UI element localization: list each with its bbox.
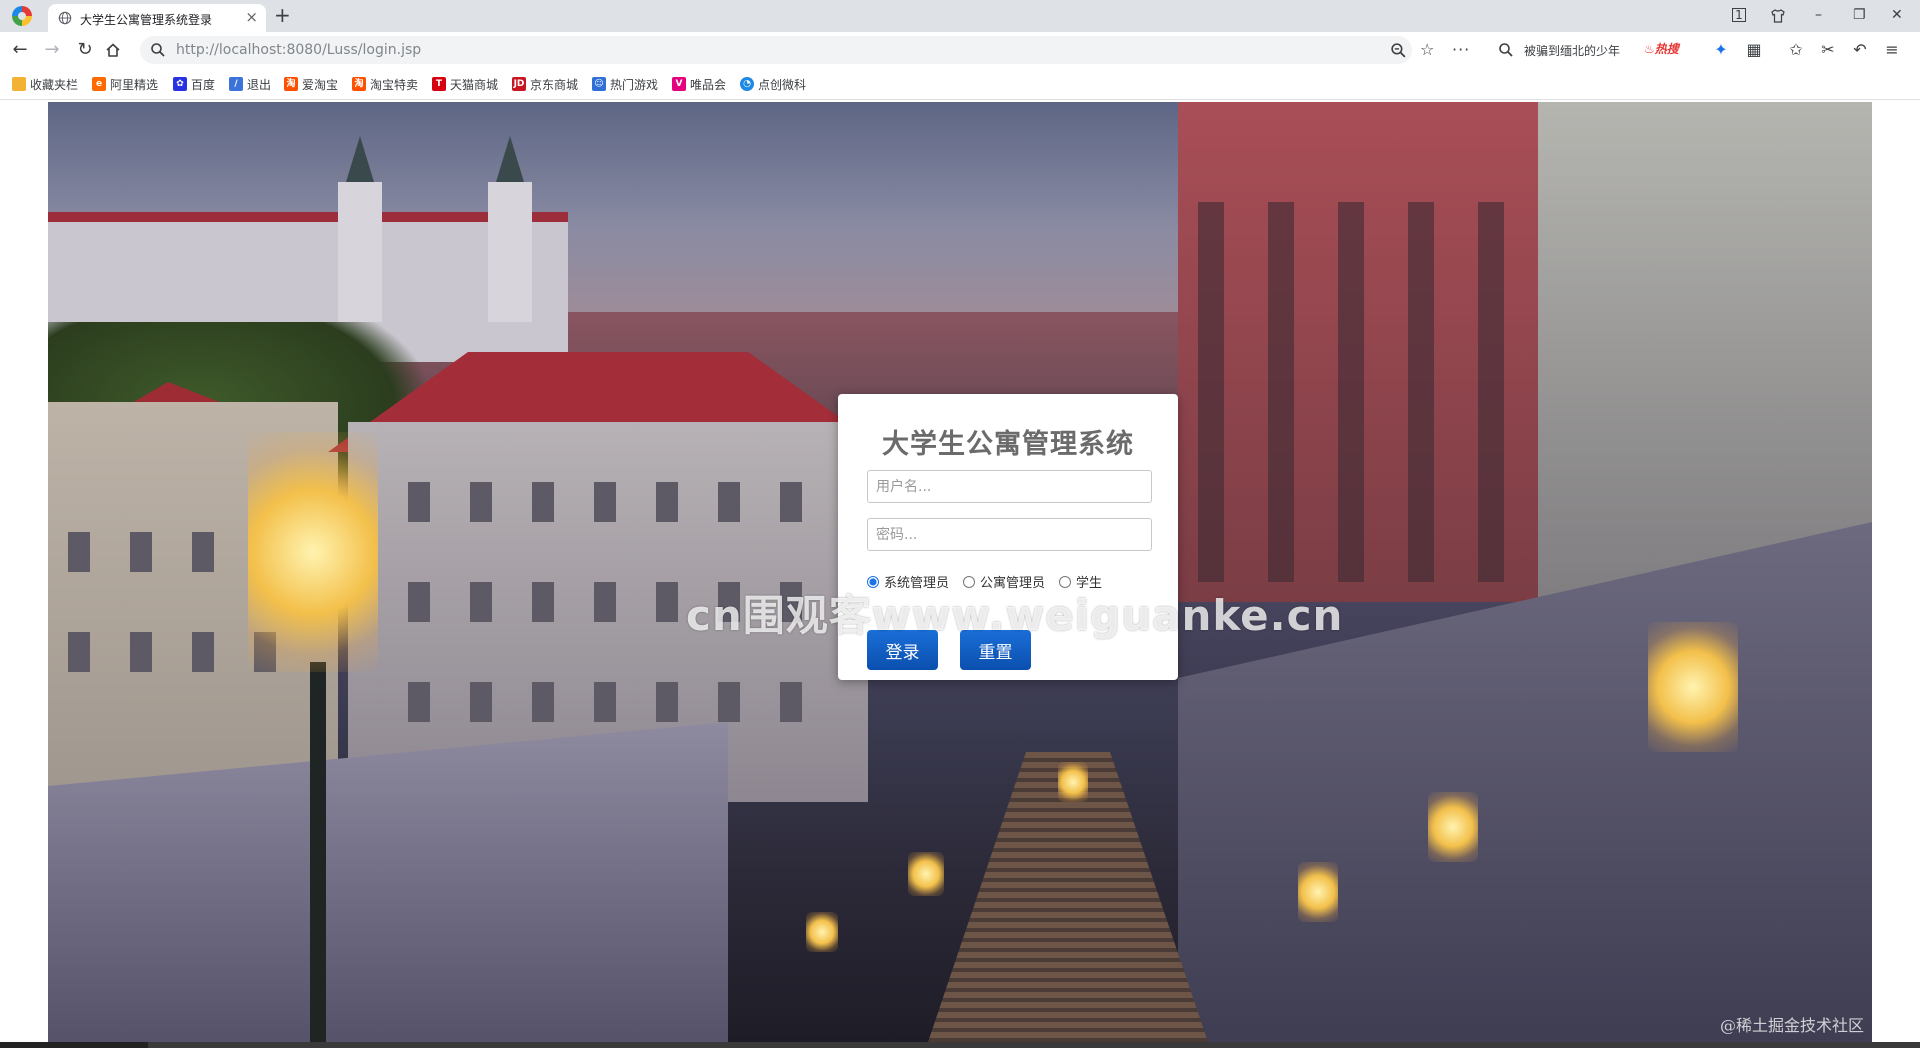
bookmark-item[interactable]: ☺ 热门游戏 [592, 76, 658, 92]
tab-title: 大学生公寓管理系统登录 [80, 13, 213, 27]
new-tab-button[interactable]: + [274, 3, 291, 27]
corner-watermark: @稀土掘金技术社区 [1719, 1016, 1864, 1035]
password-input[interactable] [867, 518, 1152, 551]
folder-icon [12, 77, 26, 91]
page-background: 大学生公寓管理系统 系统管理员 公寓管理员 学生 登录 重置 cn围观客www.… [48, 102, 1872, 1042]
more-icon[interactable]: ··· [1452, 39, 1470, 61]
bookmark-item[interactable]: 淘淘宝特卖 [352, 76, 418, 92]
lamp-light [806, 912, 838, 952]
baidu-icon: ✿ [173, 77, 187, 91]
ali-icon: e [92, 77, 106, 91]
address-toolbar: ← → ↻ http://localhost:8080/Luss/login.j… [0, 32, 1920, 68]
church-tower [338, 182, 382, 322]
lamp-light [1298, 862, 1338, 922]
username-input[interactable] [867, 470, 1152, 503]
bookmark-item[interactable]: ✿ 百度 [173, 76, 215, 92]
bookmark-item[interactable]: 淘爱淘宝 [284, 76, 338, 92]
feather-icon: / [229, 77, 243, 91]
search-icon [151, 43, 165, 57]
lamp-light [248, 432, 378, 672]
globe-icon [58, 11, 72, 25]
bookmark-label: 唯品会 [690, 77, 727, 92]
lamp-light [1648, 622, 1738, 752]
taskbar-strip [0, 1042, 1920, 1048]
undo-icon[interactable]: ↶ [1848, 38, 1872, 62]
bookmark-label: 天猫商城 [450, 77, 499, 92]
scissors-icon[interactable]: ✂ [1816, 38, 1840, 62]
bookmark-label: 淘宝特卖 [370, 77, 419, 92]
url-host: http://localhost [176, 42, 282, 58]
bookmark-label: 京东商城 [530, 77, 579, 92]
browser-logo-icon[interactable] [12, 6, 32, 26]
bookmark-item[interactable]: V 唯品会 [672, 76, 726, 92]
bookmark-item[interactable]: ◔ 点创微科 [740, 76, 806, 92]
bookmark-label: 点创微科 [758, 77, 807, 92]
maximize-button[interactable]: ❐ [1853, 5, 1866, 25]
church-tower [488, 182, 532, 322]
tmall-icon: T [432, 77, 446, 91]
tab-bar: 大学生公寓管理系统登录 × + 1 – ❐ ✕ [0, 0, 1920, 32]
extension-icon[interactable]: ✦ [1709, 38, 1733, 62]
apps-grid-icon[interactable]: ▦ [1742, 38, 1766, 62]
bookmark-label: 热门游戏 [610, 77, 659, 92]
bookmark-item[interactable]: 收藏夹栏 [12, 76, 78, 92]
zoom-icon[interactable] [1390, 42, 1407, 59]
hot-badge[interactable]: ♨热搜 [1644, 40, 1679, 57]
bookmark-item[interactable]: T 天猫商城 [432, 76, 498, 92]
address-bar[interactable]: http://localhost:8080/Luss/login.jsp ☆ ·… [140, 36, 1469, 64]
lamp-post [310, 662, 326, 1042]
window-row [408, 482, 828, 522]
url-path: :8080/Luss/login.jsp [281, 42, 422, 58]
star-icon[interactable]: ☆ [1420, 39, 1434, 61]
hot-search-icon[interactable] [1498, 42, 1514, 58]
bookmark-label: 爱淘宝 [302, 77, 339, 92]
weike-icon: ◔ [740, 77, 754, 91]
jd-icon: JD [512, 77, 526, 91]
building-right-windows [1198, 202, 1518, 582]
bookmark-label: 百度 [191, 77, 216, 92]
minimize-button[interactable]: – [1815, 5, 1822, 25]
tab-count-icon[interactable]: 1 [1732, 8, 1746, 22]
hot-badge-label: 热搜 [1654, 42, 1679, 56]
lamp-light [1058, 762, 1088, 802]
close-button[interactable]: ✕ [1891, 5, 1903, 25]
bookmark-label: 收藏夹栏 [30, 77, 79, 92]
active-tab[interactable]: 大学生公寓管理系统登录 × [48, 4, 266, 32]
bookmarks-bar: 收藏夹栏 e 阿里精选 ✿ 百度 / 退出 淘爱淘宝 淘淘宝特卖 T 天猫商城 JD 京东… [0, 68, 1920, 100]
tab-close-icon[interactable]: × [245, 9, 258, 25]
home-icon[interactable] [105, 42, 121, 58]
lamp-light [908, 852, 944, 896]
back-icon[interactable]: ← [8, 38, 32, 62]
taobao-icon: 淘 [284, 77, 298, 91]
hot-search-text[interactable]: 被骗到缅北的少年 [1524, 42, 1620, 59]
taobao-sale-icon: 淘 [352, 77, 366, 91]
bookmark-item[interactable]: / 退出 [229, 76, 271, 92]
lamp-light [1428, 792, 1478, 862]
login-title: 大学生公寓管理系统 [882, 429, 1134, 460]
bookmark-item[interactable]: e 阿里精选 [92, 76, 158, 92]
bookmark-item[interactable]: JD 京东商城 [512, 76, 578, 92]
bookmark-label: 阿里精选 [110, 77, 159, 92]
window-row [408, 682, 828, 722]
url-text[interactable]: http://localhost:8080/Luss/login.jsp [176, 42, 421, 58]
game-icon: ☺ [592, 77, 606, 91]
forward-icon[interactable]: → [40, 38, 64, 62]
bookmark-label: 退出 [247, 77, 272, 92]
vip-icon: V [672, 77, 686, 91]
favorites-icon[interactable]: ✩ [1784, 38, 1808, 62]
reload-icon[interactable]: ↻ [73, 38, 97, 62]
watermark-text: cn围观客www.weiguanke.cn [686, 591, 1344, 640]
menu-icon[interactable]: ≡ [1880, 38, 1904, 62]
shirt-icon[interactable] [1770, 8, 1786, 24]
